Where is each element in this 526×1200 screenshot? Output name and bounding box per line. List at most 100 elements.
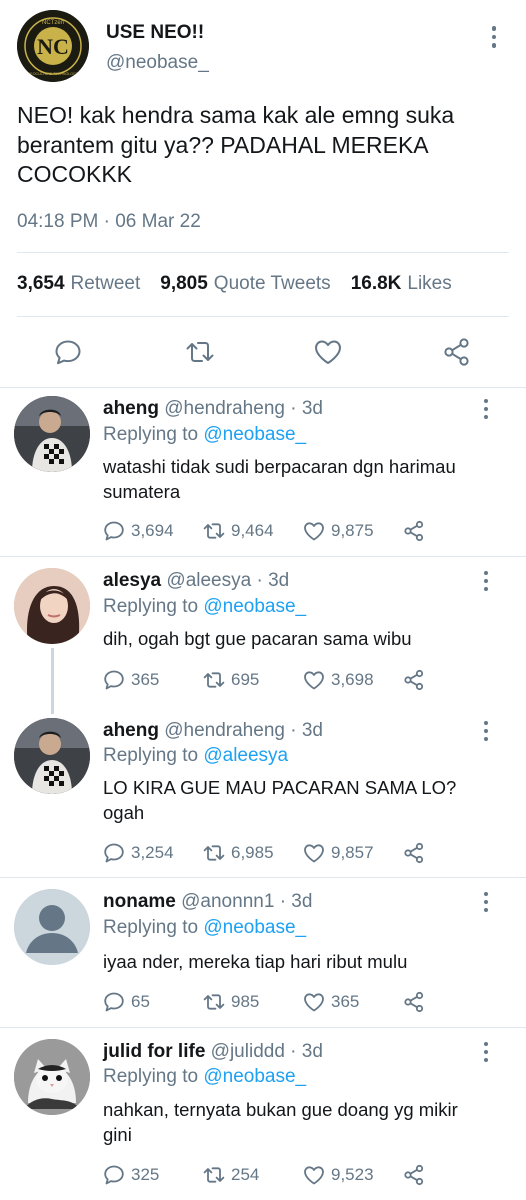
more-options-icon[interactable] [476,716,496,746]
main-tweet-avatar[interactable]: NC NCTzen NEOCULTURE TECHNOLOGY [17,10,89,82]
divider [0,556,526,557]
reply-author[interactable]: aheng @hendraheng · 3d [103,398,323,420]
replying-to-link[interactable]: @neobase_ [203,917,306,938]
retweet-icon [203,1167,225,1183]
reply-display-name: julid for life [103,1041,206,1062]
like-icon [304,993,324,1012]
reply-button[interactable]: 3,694 [102,516,174,546]
replying-label: Replying to [103,745,199,766]
reply-text: LO KIRA GUE MAU PACARAN SAMA LO? ogah [103,777,457,823]
reply-avatar[interactable] [14,396,90,472]
replying-to: Replying to @aleesya [103,745,288,767]
reply-avatar[interactable] [14,1039,90,1115]
more-options-icon[interactable] [476,566,496,596]
retweet-button[interactable]: 6,985 [202,838,274,868]
retweet-count: 254 [231,1165,260,1184]
reply-handle: @hendraheng [164,398,285,419]
reply-button[interactable]: 325 [102,1160,159,1190]
reply-button[interactable]: 365 [102,665,159,695]
avatar-logo-bottom-text: NEOCULTURE TECHNOLOGY [28,72,79,76]
reply-author[interactable]: aheng @hendraheng · 3d [103,720,323,742]
reply-icon [104,843,124,863]
reply-actions: 3,694 9,464 9,875 [102,516,442,546]
reply-count: 365 [131,670,160,689]
retweet-stat[interactable]: 3,654 Retweet [17,273,140,295]
retweet-count: 3,654 [17,273,65,294]
reply-icon [104,521,124,541]
divider [0,387,526,388]
reply-author[interactable]: alesya @aleesya · 3d [103,570,289,592]
replying-to-link[interactable]: @neobase_ [203,1066,306,1087]
more-options-icon[interactable] [484,22,504,52]
like-count: 365 [331,992,360,1011]
reply-time: · 3d [290,398,323,419]
reply-count: 3,694 [131,521,174,540]
like-button[interactable]: 9,875 [302,516,374,546]
retweet-icon [203,523,225,539]
main-tweet-text: NEO! kak hendra sama kak ale emng suka b… [17,102,455,187]
reply-time: · 3d [290,1041,323,1062]
like-button[interactable]: 9,857 [302,838,374,868]
main-tweet-display-name[interactable]: USE NEO!! [106,22,204,44]
reply-button[interactable]: 65 [102,987,150,1017]
share-icon [404,669,424,691]
reply-display-name: alesya [103,570,162,591]
retweet-button[interactable]: 985 [202,987,259,1017]
reply-icon [104,992,124,1012]
main-tweet-timestamp[interactable]: 04:18 PM · 06 Mar 22 [17,211,201,233]
share-button[interactable] [402,665,431,695]
more-options-icon[interactable] [476,887,496,917]
retweet-label: Retweet [70,273,141,294]
quote-label: Quote Tweets [213,273,331,294]
share-button[interactable] [402,516,431,546]
like-count: 9,523 [331,1165,374,1184]
more-options-icon[interactable] [476,1037,496,1067]
retweet-icon[interactable] [184,336,216,368]
reply-avatar[interactable] [14,718,90,794]
reply-handle: @anonnn1 [181,891,275,912]
share-icon[interactable] [441,336,473,368]
like-icon[interactable] [312,336,344,368]
retweet-button[interactable]: 9,464 [202,516,274,546]
retweet-icon [203,672,225,688]
likes-count: 16.8K [350,273,402,294]
share-icon [404,991,424,1013]
reply-text: watashi tidak sudi berpacaran dgn harima… [103,456,456,502]
like-button[interactable]: 365 [302,987,359,1017]
reply-time: · 3d [290,720,323,741]
reply-icon [104,670,124,690]
reply-display-name: aheng [103,720,159,741]
reply-author[interactable]: noname @anonnn1 · 3d [103,891,312,913]
share-button[interactable] [402,838,431,868]
retweet-icon [203,994,225,1010]
like-button[interactable]: 3,698 [302,665,374,695]
default-avatar-icon[interactable] [14,889,90,965]
like-button[interactable]: 9,523 [302,1160,374,1190]
likes-stat[interactable]: 16.8K Likes [351,273,452,295]
svg-text:NC: NC [37,34,69,59]
retweet-button[interactable]: 695 [202,665,259,695]
replying-label: Replying to [103,1066,199,1087]
reply-actions: 365 695 3,698 [102,665,442,695]
main-tweet-handle[interactable]: @neobase_ [106,52,209,74]
reply-display-name: noname [103,891,176,912]
reply-icon[interactable] [52,336,84,368]
replying-to: Replying to @neobase_ [103,1066,306,1088]
reply-icon [104,1165,124,1185]
quote-tweets-stat[interactable]: 9,805 Quote Tweets [160,273,330,295]
replying-to-link[interactable]: @neobase_ [203,596,306,617]
replying-to-link[interactable]: @neobase_ [203,424,306,445]
more-options-icon[interactable] [476,394,496,424]
reply-handle: @juliddd [210,1041,285,1062]
share-button[interactable] [402,987,431,1017]
reply-button[interactable]: 3,254 [102,838,174,868]
replying-to: Replying to @neobase_ [103,917,306,939]
retweet-button[interactable]: 254 [202,1160,259,1190]
reply-avatar[interactable] [14,568,90,644]
retweet-count: 985 [231,992,260,1011]
retweet-count: 6,985 [231,843,274,862]
reply-count: 325 [131,1165,160,1184]
replying-to-link[interactable]: @aleesya [203,745,288,766]
share-button[interactable] [402,1160,431,1190]
reply-author[interactable]: julid for life @juliddd · 3d [103,1041,323,1063]
